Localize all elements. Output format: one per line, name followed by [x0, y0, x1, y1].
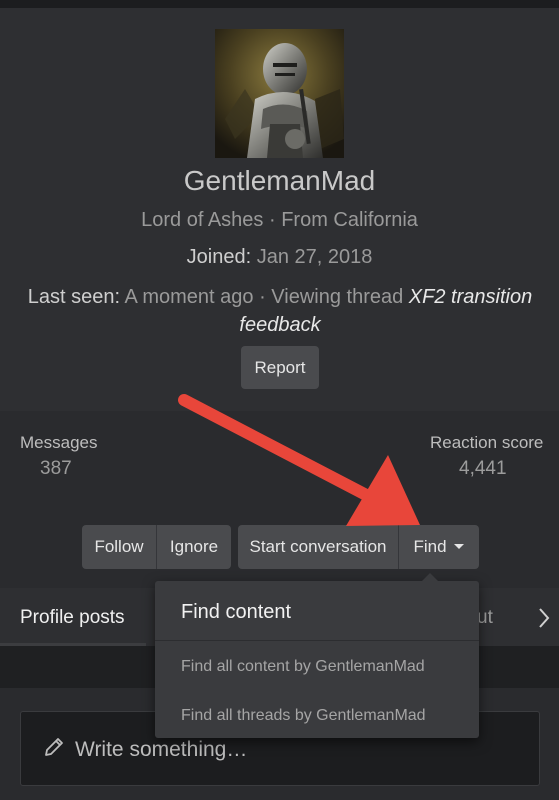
tab-profile-posts[interactable]: Profile posts — [20, 607, 125, 629]
reaction-score-label: Reaction score — [430, 433, 544, 452]
find-dropdown-menu: Find content Find all content by Gentlem… — [155, 573, 479, 738]
pencil-icon — [45, 738, 63, 756]
joined-label: Joined: — [186, 246, 252, 268]
reaction-score-value[interactable]: 4,441 — [459, 458, 507, 480]
last-seen-label: Last seen: — [27, 286, 121, 308]
report-button[interactable]: Report — [241, 346, 319, 389]
find-menu-title: Find content — [181, 601, 292, 623]
find-all-threads-item[interactable]: Find all threads by GentlemanMad — [181, 707, 426, 725]
find-button[interactable]: Find — [399, 525, 479, 569]
messages-value[interactable]: 387 — [40, 458, 72, 480]
tab-about[interactable]: ut — [477, 607, 493, 629]
avatar-image — [215, 29, 344, 158]
last-seen-value: A moment ago · Viewing thread — [124, 286, 404, 308]
find-menu-header: Find content — [155, 581, 479, 641]
caret-down-icon — [453, 544, 464, 549]
dropdown-notch — [422, 573, 438, 581]
messages-label: Messages — [20, 433, 98, 452]
top-bar — [0, 0, 559, 8]
start-conversation-button[interactable]: Start conversation — [238, 525, 398, 569]
write-placeholder: Write something… — [75, 738, 248, 761]
last-seen-info: Last seen: A moment ago · Viewing thread… — [15, 283, 545, 339]
follow-button[interactable]: Follow — [82, 525, 156, 569]
joined-date: Jan 27, 2018 — [256, 246, 373, 268]
username: GentlemanMad — [183, 165, 376, 196]
stats-row: Messages 387 Reaction score 4,441 — [0, 411, 559, 511]
find-all-content-item[interactable]: Find all content by GentlemanMad — [181, 658, 425, 676]
chevron-right-icon[interactable] — [537, 606, 551, 636]
avatar[interactable] — [215, 29, 344, 158]
find-button-label: Find — [413, 537, 447, 556]
joined-info: Joined: Jan 27, 2018 — [0, 246, 559, 269]
ignore-button[interactable]: Ignore — [157, 525, 231, 569]
user-title: Lord of Ashes · From California — [141, 209, 418, 231]
